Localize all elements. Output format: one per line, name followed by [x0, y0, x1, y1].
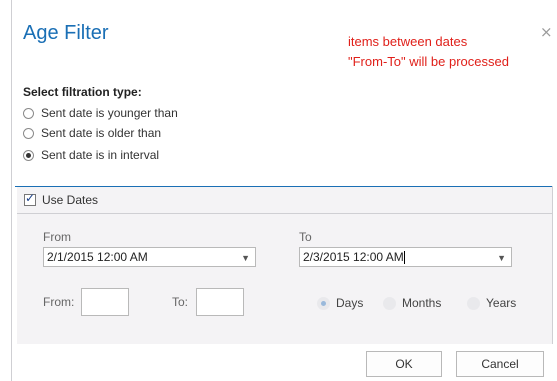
radio-label: Sent date is older than — [41, 126, 162, 140]
unit-years-option[interactable]: Years — [467, 296, 516, 310]
panel-right-border — [552, 186, 553, 344]
range-from-input[interactable] — [81, 288, 129, 316]
dialog-left-border — [11, 0, 12, 381]
range-from-label: From: — [43, 295, 75, 309]
dropdown-arrow-icon[interactable]: ▼ — [497, 249, 506, 267]
unit-months-label: Months — [402, 296, 442, 310]
range-to-label: To: — [172, 295, 189, 309]
dropdown-arrow-icon[interactable]: ▼ — [241, 249, 250, 267]
from-date-value: 2/1/2015 12:00 AM — [47, 250, 148, 264]
checkmark-icon: ✓ — [25, 191, 36, 205]
radio-older-than[interactable]: Sent date is older than — [23, 126, 161, 140]
annotation-line-1: items between dates — [348, 34, 468, 49]
radio-selected-icon[interactable] — [317, 296, 330, 310]
unit-years-label: Years — [486, 296, 517, 310]
from-date-label: From — [43, 230, 71, 244]
radio-younger-than[interactable]: Sent date is younger than — [23, 106, 178, 120]
radio-button-icon[interactable] — [467, 296, 480, 310]
to-date-value: 2/3/2015 12:00 AM — [303, 250, 404, 264]
use-dates-checkbox[interactable]: ✓ — [24, 191, 36, 206]
use-dates-label: Use Dates — [42, 193, 99, 207]
radio-button-icon[interactable] — [23, 127, 34, 139]
radio-button-icon[interactable] — [383, 296, 396, 310]
close-icon[interactable]: × — [540, 23, 553, 41]
unit-days-label: Days — [336, 296, 364, 310]
radio-dot-icon — [321, 300, 326, 306]
annotation-line-2: "From-To" will be processed — [348, 54, 509, 69]
radio-dot-icon — [26, 152, 31, 158]
age-filter-dialog: Age Filter × items between dates "From-T… — [0, 0, 557, 381]
annotation-note: items between dates "From-To" will be pr… — [348, 32, 509, 72]
radio-button-icon[interactable] — [23, 107, 34, 119]
from-date-select[interactable]: 2/1/2015 12:00 AM ▼ — [43, 247, 256, 267]
use-dates-row[interactable]: ✓ Use Dates — [17, 187, 552, 214]
radio-button-selected-icon[interactable] — [23, 149, 34, 161]
range-to-input[interactable] — [196, 288, 244, 316]
unit-months-option[interactable]: Months — [383, 296, 441, 310]
to-date-select[interactable]: 2/3/2015 12:00 AM ▼ — [299, 247, 512, 267]
dates-panel: From 2/1/2015 12:00 AM ▼ To 2/3/2015 12:… — [17, 214, 552, 344]
filtration-heading: Select filtration type: — [23, 85, 142, 99]
to-date-label: To — [299, 230, 312, 244]
cancel-button[interactable]: Cancel — [456, 351, 544, 377]
ok-button[interactable]: OK — [366, 351, 442, 377]
radio-label: Sent date is younger than — [41, 106, 178, 120]
text-cursor — [403, 251, 405, 265]
unit-days-option[interactable]: Days — [317, 296, 363, 310]
radio-in-interval[interactable]: Sent date is in interval — [23, 148, 159, 162]
dialog-title: Age Filter — [23, 22, 109, 44]
radio-label: Sent date is in interval — [41, 148, 160, 162]
